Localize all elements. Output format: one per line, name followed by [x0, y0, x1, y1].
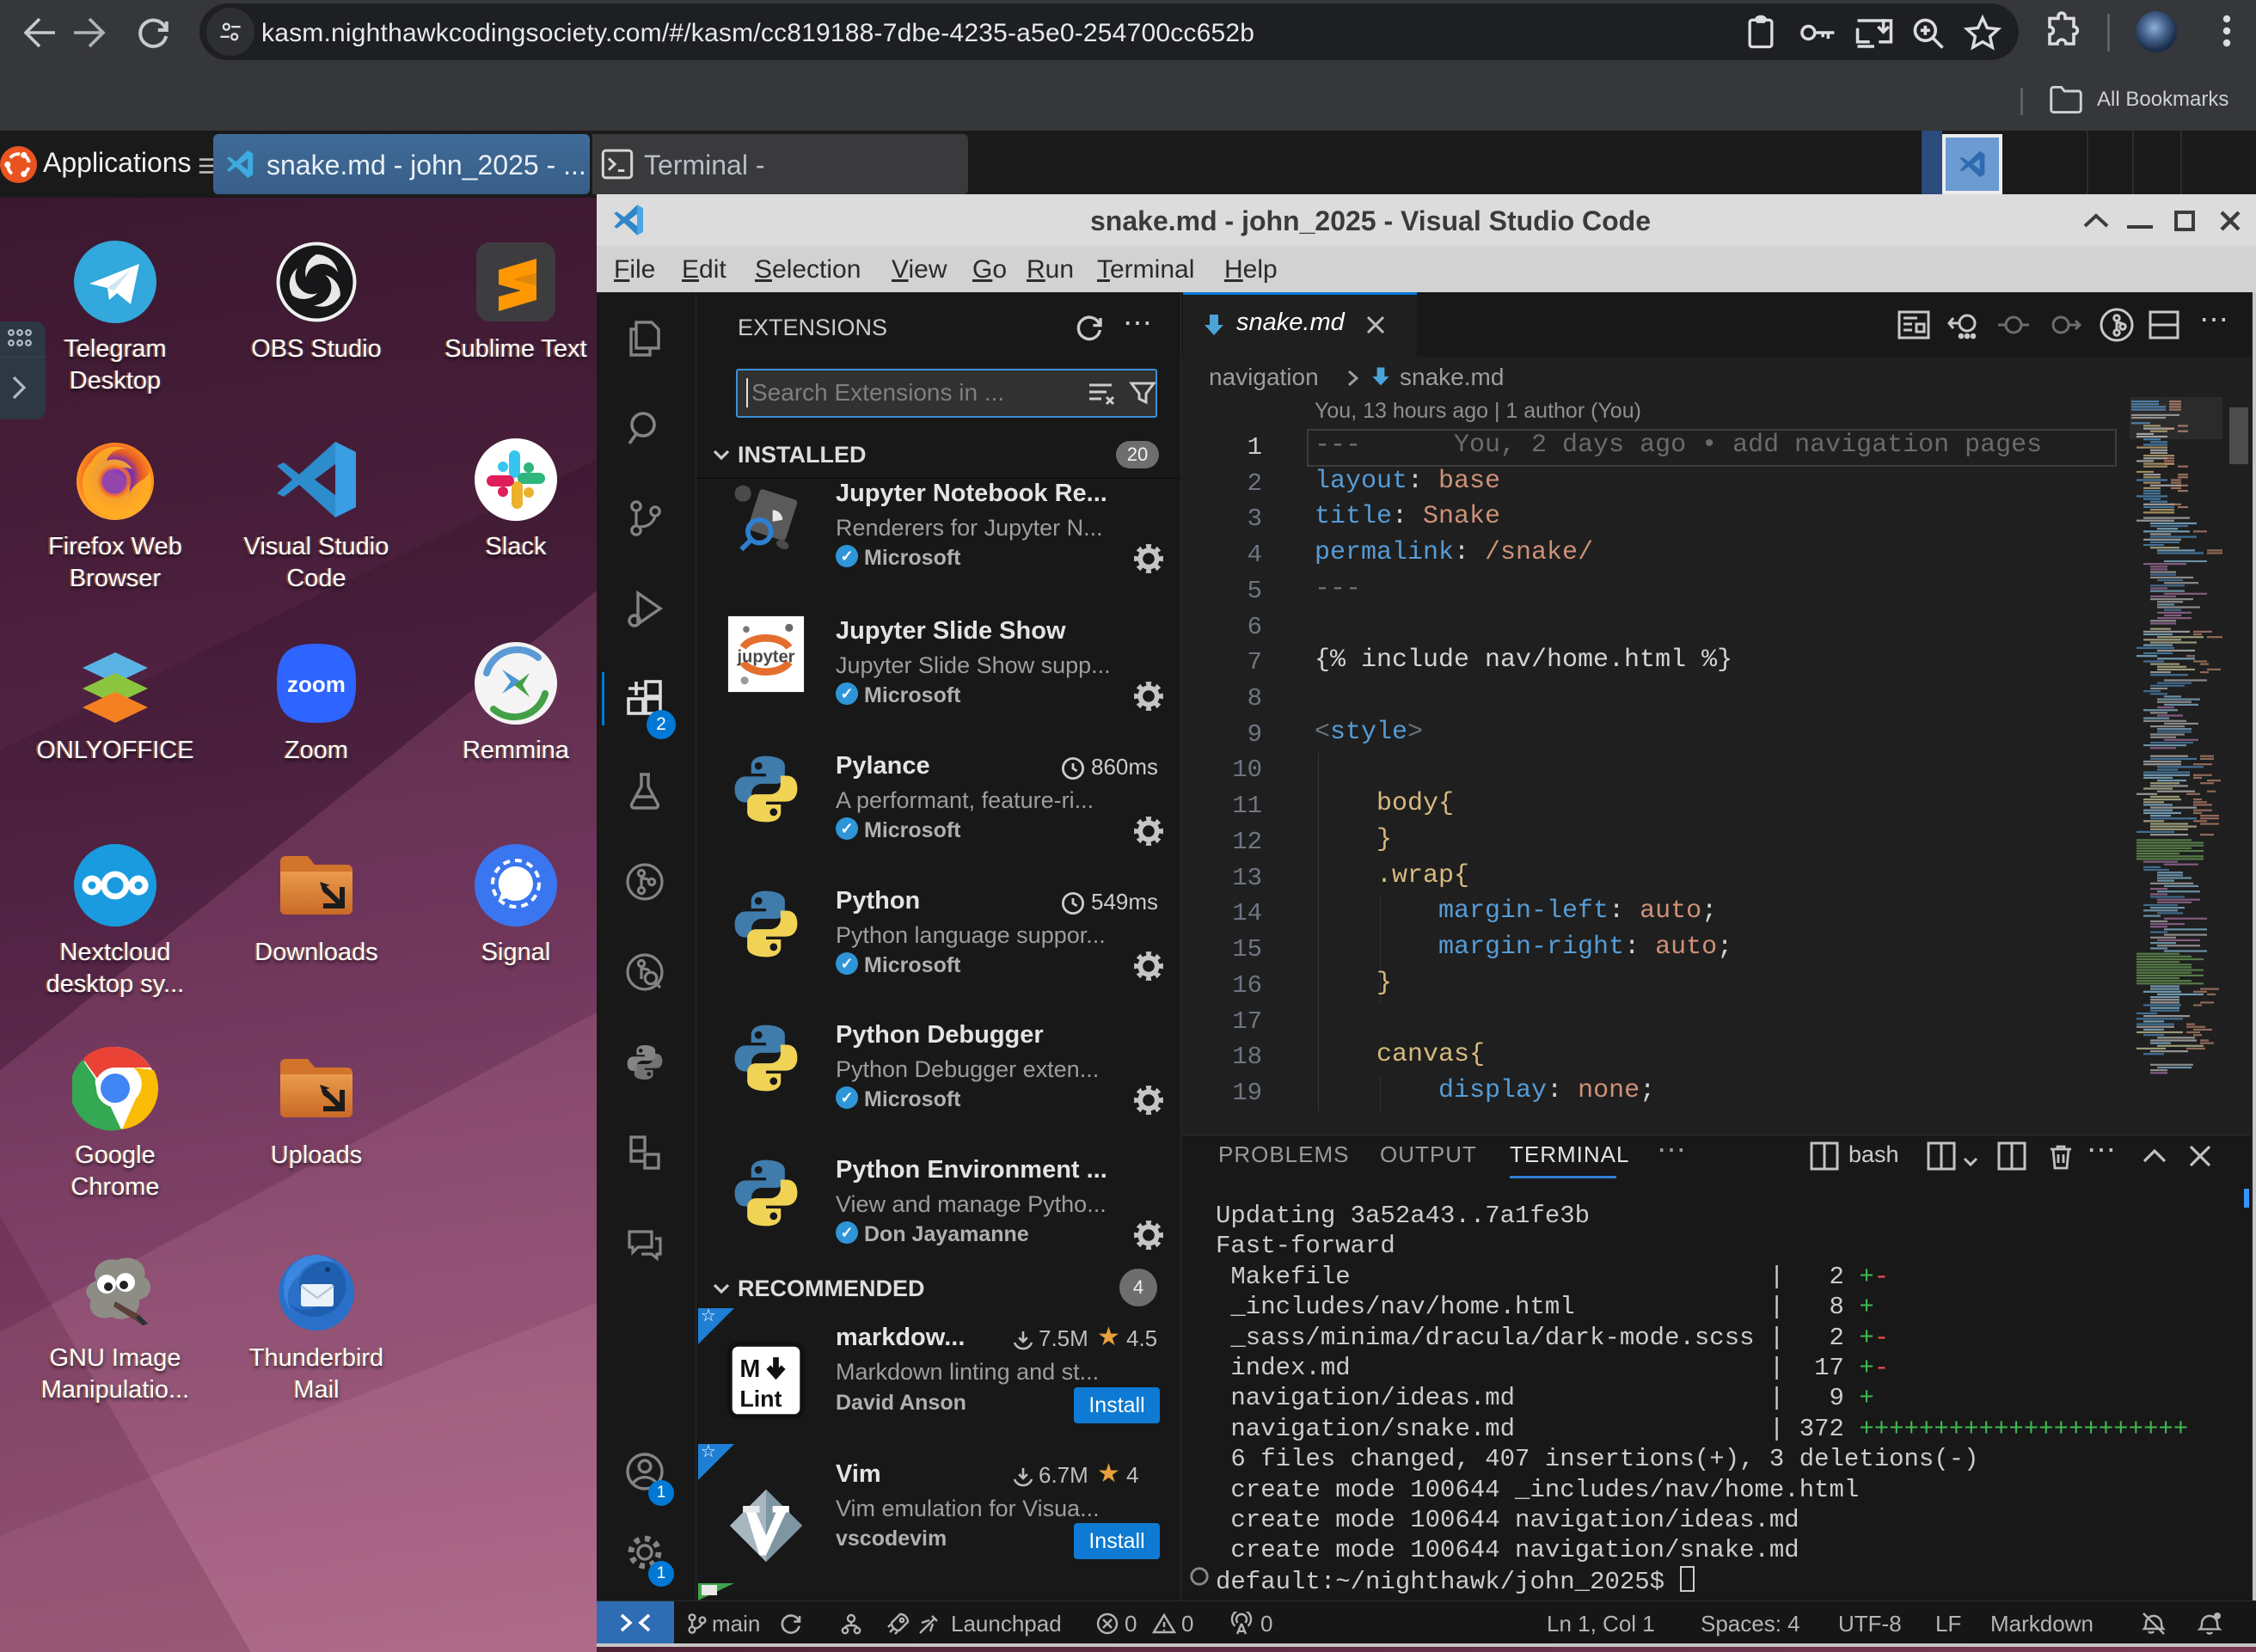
svg-text:jupyter: jupyter	[736, 648, 794, 667]
svg-text:zoom: zoom	[287, 671, 346, 697]
svg-text:M: M	[739, 1355, 760, 1383]
svg-text:Lint: Lint	[739, 1386, 782, 1412]
